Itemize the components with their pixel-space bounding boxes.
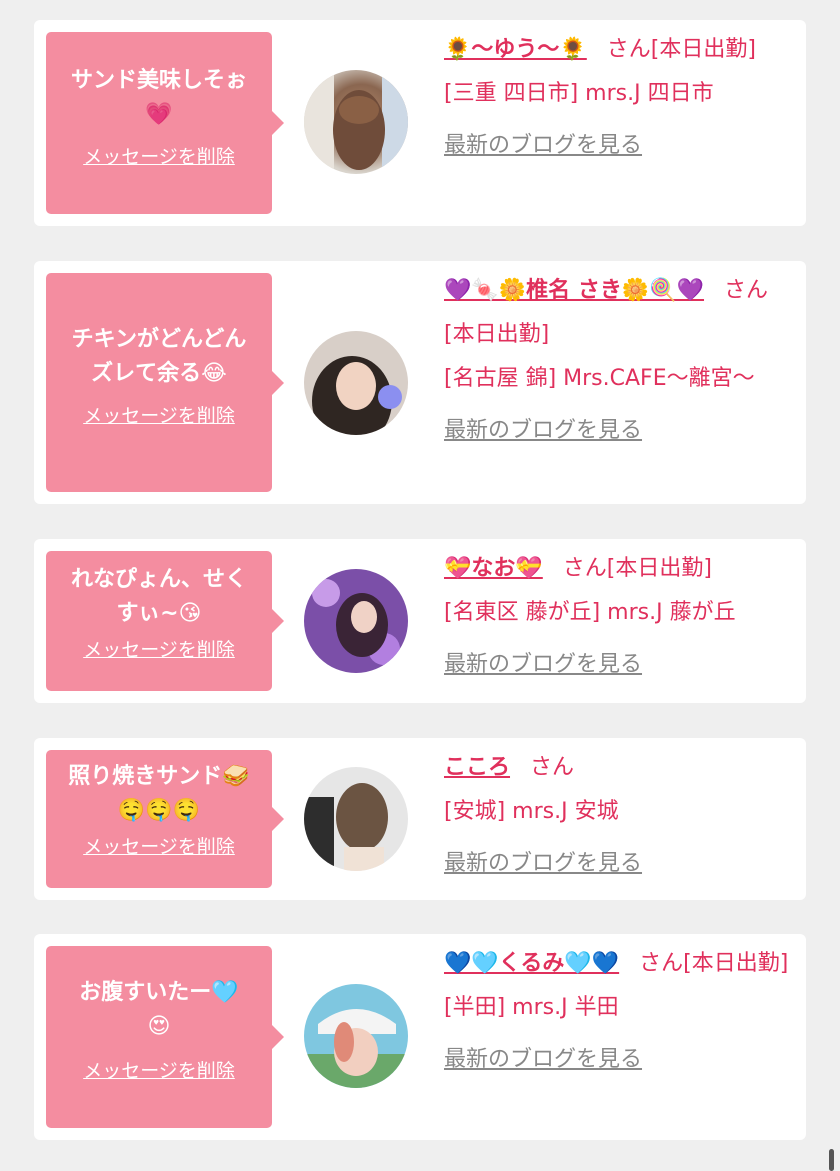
cast-name-link[interactable]: 💙🩵くるみ🩵💙	[444, 951, 619, 976]
avatar-photo-icon	[304, 984, 408, 1088]
cast-name-link[interactable]: 💝なお💝	[444, 556, 543, 581]
message-bubble: お腹すいたー🩵 😍 メッセージを削除	[46, 946, 284, 1128]
cast-name-link[interactable]: 💜🍬🌼椎名 さき🌼🍭💜	[444, 278, 704, 303]
avatar[interactable]	[304, 767, 408, 871]
message-text: お腹すいたー🩵 😍	[79, 980, 239, 1039]
scrollbar[interactable]	[829, 1149, 834, 1171]
delete-message-link[interactable]: メッセージを削除	[83, 142, 235, 169]
avatar[interactable]	[304, 569, 408, 673]
message-text: れなぴょん、せく すぃ~😘	[70, 567, 247, 626]
cast-area: [名東区 藤が丘] mrs.J 藤が丘	[444, 600, 736, 625]
cast-info: こころ さん [安城] mrs.J 安城 最新のブログを見る	[444, 746, 794, 886]
message-bubble: サンド美味しそぉ 💗 メッセージを削除	[46, 32, 284, 214]
message-bubble: れなぴょん、せく すぃ~😘 メッセージを削除	[46, 551, 284, 691]
message-bubble: 照り焼きサンド🥪 🤤🤤🤤 メッセージを削除	[46, 750, 284, 888]
cast-area: [名古屋 錦] Mrs.CAFE〜離宮〜	[444, 366, 755, 391]
message-card: れなぴょん、せく すぃ~😘 メッセージを削除 💝なお💝 さん[本日出勤] [名東区…	[34, 539, 806, 703]
latest-blog-link[interactable]: 最新のブログを見る	[444, 124, 794, 168]
avatar-photo-icon	[304, 331, 408, 435]
cast-info: 🌻〜ゆう〜🌻 さん[本日出勤] [三重 四日市] mrs.J 四日市 最新のブログ…	[444, 28, 794, 168]
latest-blog-link[interactable]: 最新のブログを見る	[444, 1038, 794, 1082]
avatar-photo-icon	[304, 569, 408, 673]
message-card: チキンがどんどん ズレて余る😂 メッセージを削除 💜🍬🌼椎名 さき🌼🍭💜 さん[本…	[34, 261, 806, 504]
avatar[interactable]	[304, 984, 408, 1088]
cast-name-link[interactable]: 🌻〜ゆう〜🌻	[444, 37, 587, 62]
cast-info: 💝なお💝 さん[本日出勤] [名東区 藤が丘] mrs.J 藤が丘 最新のブログを…	[444, 547, 794, 687]
message-card: お腹すいたー🩵 😍 メッセージを削除 💙🩵くるみ🩵💙 さん[本日出勤] [半田] …	[34, 934, 806, 1140]
avatar[interactable]	[304, 70, 408, 174]
message-card: 照り焼きサンド🥪 🤤🤤🤤 メッセージを削除 こころ さん [安城] mrs.J 安…	[34, 738, 806, 900]
cast-status: さん	[530, 755, 575, 780]
message-text: チキンがどんどん ズレて余る😂	[71, 327, 247, 386]
cast-area: [半田] mrs.J 半田	[444, 995, 619, 1020]
delete-message-link[interactable]: メッセージを削除	[83, 401, 235, 428]
avatar-photo-icon	[304, 767, 408, 871]
message-card: サンド美味しそぉ 💗 メッセージを削除 🌻〜ゆう〜🌻 さん[本日出勤] [三重 四…	[34, 20, 806, 226]
message-bubble: チキンがどんどん ズレて余る😂 メッセージを削除	[46, 273, 284, 492]
message-text: 照り焼きサンド🥪 🤤🤤🤤	[68, 764, 250, 823]
avatar-photo-icon	[304, 70, 408, 174]
cast-area: [安城] mrs.J 安城	[444, 799, 619, 824]
avatar[interactable]	[304, 331, 408, 435]
cast-info: 💙🩵くるみ🩵💙 さん[本日出勤] [半田] mrs.J 半田 最新のブログを見る	[444, 942, 794, 1082]
cast-status: さん[本日出勤]	[562, 556, 712, 581]
cast-name-link[interactable]: こころ	[444, 755, 510, 780]
delete-message-link[interactable]: メッセージを削除	[83, 1056, 235, 1083]
message-text: サンド美味しそぉ 💗	[70, 68, 247, 127]
cast-area: [三重 四日市] mrs.J 四日市	[444, 81, 714, 106]
latest-blog-link[interactable]: 最新のブログを見る	[444, 643, 794, 687]
latest-blog-link[interactable]: 最新のブログを見る	[444, 409, 794, 453]
latest-blog-link[interactable]: 最新のブログを見る	[444, 842, 794, 886]
cast-info: 💜🍬🌼椎名 さき🌼🍭💜 さん[本日出勤] [名古屋 錦] Mrs.CAFE〜離宮〜…	[444, 269, 794, 453]
cast-status: さん[本日出勤]	[606, 37, 756, 62]
delete-message-link[interactable]: メッセージを削除	[83, 832, 235, 859]
cast-status: さん[本日出勤]	[639, 951, 789, 976]
delete-message-link[interactable]: メッセージを削除	[83, 635, 235, 662]
